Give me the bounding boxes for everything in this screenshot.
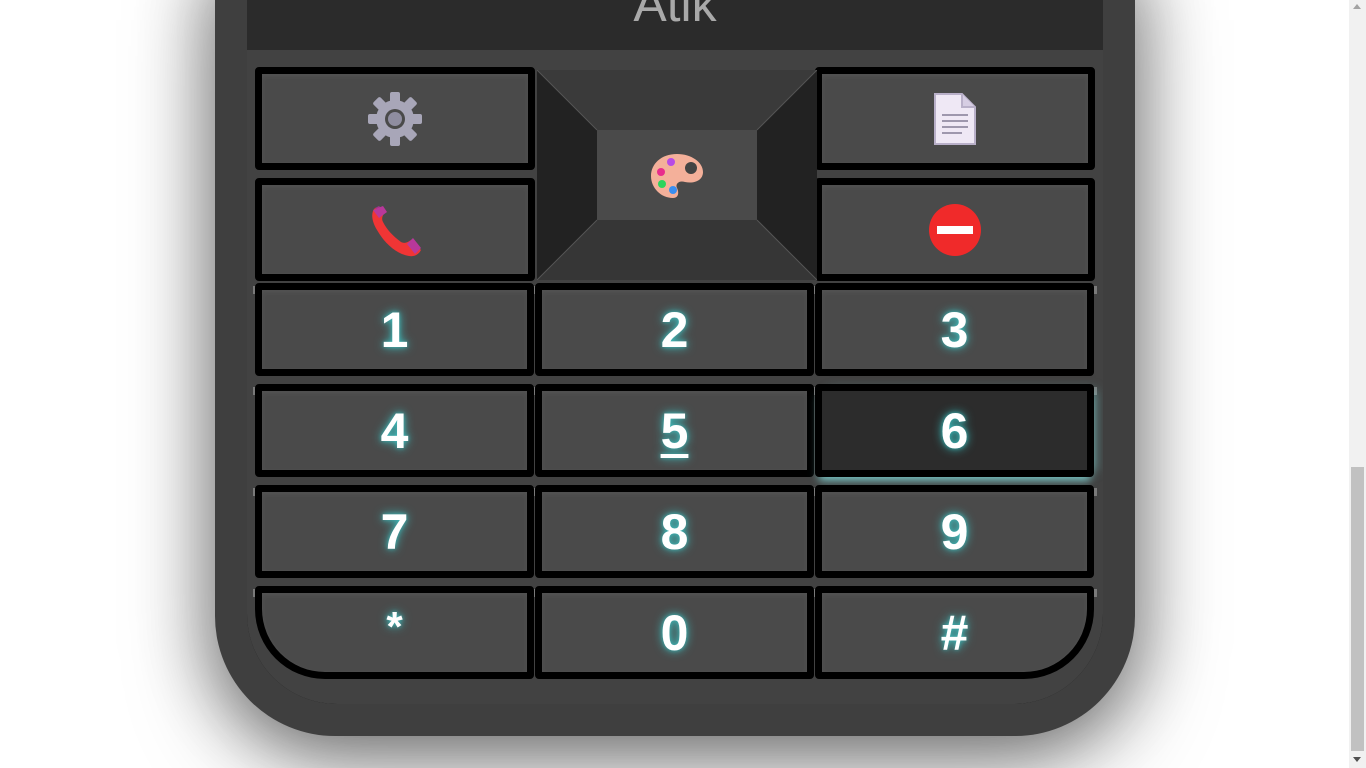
key-4[interactable]: 4 [255,384,534,477]
key-7[interactable]: 7 [255,485,534,578]
key-8[interactable]: 8 [535,485,814,578]
scrollbar-thumb[interactable] [1351,467,1364,751]
scroll-down-arrow[interactable] [1353,757,1361,762]
key-label: # [940,604,969,661]
settings-key[interactable] [255,67,535,170]
notes-key[interactable] [815,67,1095,170]
key-label: 2 [660,301,689,358]
scroll-up-arrow[interactable] [1353,4,1361,9]
key-hash[interactable]: # [815,586,1094,679]
key-label: 7 [380,503,409,560]
phone-face: Atik 1 2 3 4 5 6 7 8 9 * 0 # [247,0,1103,704]
phone-body: Atik 1 2 3 4 5 6 7 8 9 * 0 # [215,0,1135,736]
key-6[interactable]: 6 [815,384,1094,477]
key-9[interactable]: 9 [815,485,1094,578]
key-label: 8 [660,503,689,560]
key-0[interactable]: 0 [535,586,814,679]
key-star[interactable]: * [255,586,534,679]
key-5[interactable]: 5 [535,384,814,477]
screen-bezel: Atik [247,0,1103,50]
key-label: * [386,602,403,650]
brand-label: Atik [633,0,717,32]
key-label: 0 [660,604,689,661]
phone-icon [372,205,421,256]
key-3[interactable]: 3 [815,283,1094,376]
scrollbar-track[interactable] [1349,0,1366,768]
call-key[interactable] [255,178,535,281]
navigation-pad [537,70,817,280]
key-label: 4 [380,402,409,459]
key-1[interactable]: 1 [255,283,534,376]
key-label: 6 [940,402,969,459]
end-key[interactable] [815,178,1095,281]
document-icon [934,92,976,145]
key-label: 5 [660,402,689,459]
key-2[interactable]: 2 [535,283,814,376]
no-entry-icon [929,203,981,256]
gear-icon [368,91,422,146]
key-label: 1 [380,301,409,358]
key-label: 3 [940,301,969,358]
key-label: 9 [940,503,969,560]
